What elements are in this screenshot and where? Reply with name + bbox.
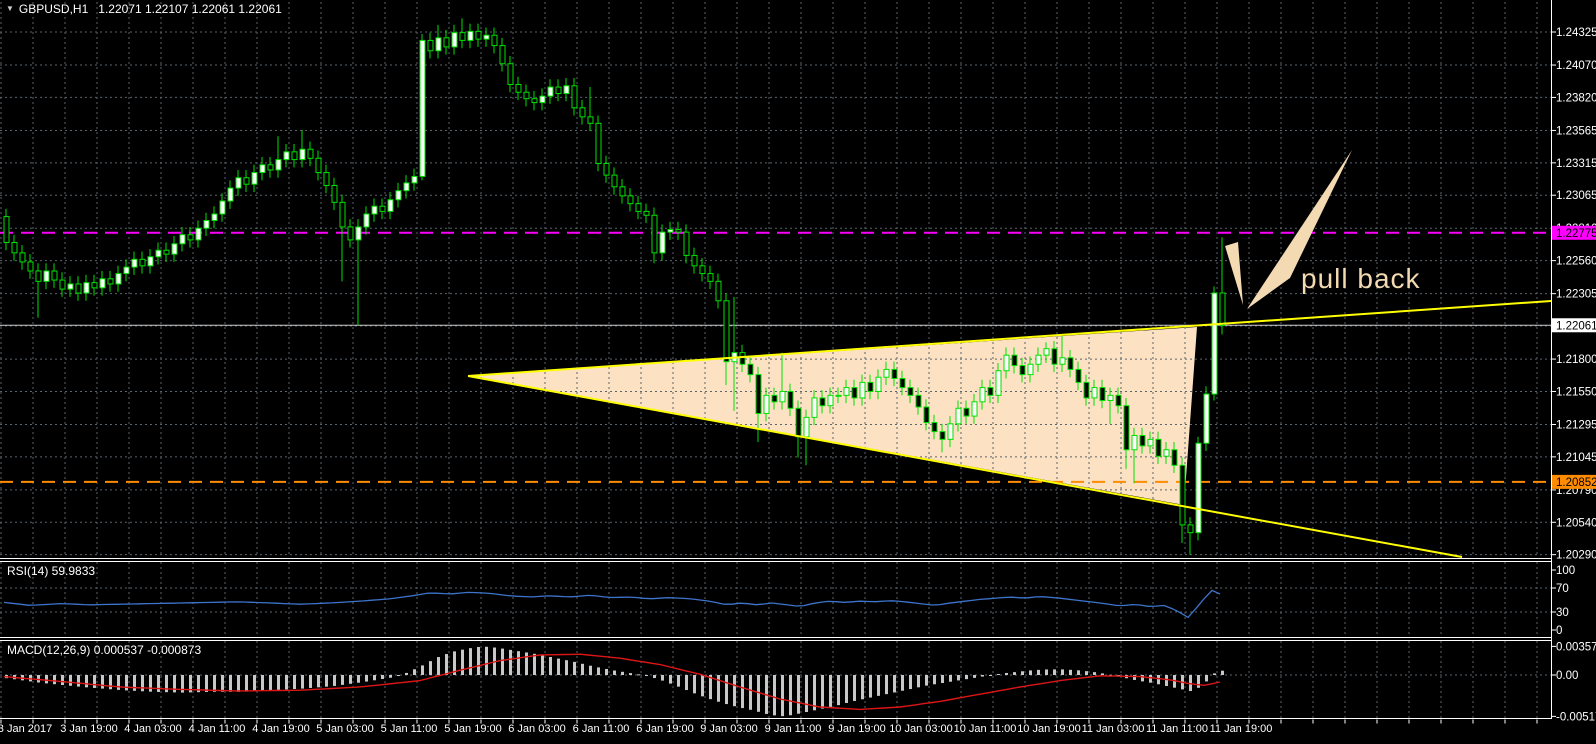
price-axis-label: 1.20290 <box>1556 550 1596 562</box>
price-axis-label: 1.20540 <box>1556 517 1596 529</box>
price-axis-label: 1.21550 <box>1556 386 1596 398</box>
time-axis-label: 11 Jan 11:00 <box>1146 723 1208 735</box>
time-axis-label: 3 Jan 19:00 <box>60 723 118 735</box>
price-axis-label: 1.23315 <box>1556 158 1596 170</box>
rsi-axis-label: 100 <box>1556 565 1575 577</box>
symbol-dropdown-icon[interactable]: ▼ <box>6 4 14 13</box>
price-axis-label: 1.21295 <box>1556 419 1596 431</box>
time-axis-label: 10 Jan 19:00 <box>1017 723 1081 735</box>
price-tag-text: 1.20852 <box>1556 477 1596 489</box>
time-axis-label: 4 Jan 03:00 <box>124 723 182 735</box>
time-axis-label: 10 Jan 11:00 <box>954 723 1017 735</box>
time-axis-label: 9 Jan 19:00 <box>828 723 886 735</box>
price-axis-label: 1.24070 <box>1556 60 1596 72</box>
time-axis-label: 9 Jan 03:00 <box>700 723 758 735</box>
time-axis-label: 11 Jan 03:00 <box>1082 723 1145 735</box>
price-axis-label: 1.23565 <box>1556 125 1596 137</box>
ohlc-readout: 1.22071 1.22107 1.22061 1.22061 <box>98 2 282 16</box>
price-axis-label: 1.23820 <box>1556 92 1596 104</box>
chart-title-bar: ▼ GBPUSD,H1 1.22071 1.22107 1.22061 1.2206… <box>6 2 282 16</box>
time-axis-label: 10 Jan 03:00 <box>889 723 953 735</box>
time-axis-label: 6 Jan 11:00 <box>573 723 630 735</box>
trading-chart-window: 1.24325 1.24070 1.23820 1.23565 1.23315 1.230… <box>0 0 1596 744</box>
price-axis-label: 1.23065 <box>1556 190 1596 202</box>
macd-axis-label: 0.00 <box>1556 670 1578 682</box>
price-axis-label: 1.22560 <box>1556 256 1596 268</box>
macd-axis-label: 0.003576 <box>1556 641 1596 653</box>
time-axis-label: 5 Jan 19:00 <box>444 723 502 735</box>
price-axis-label: 1.22305 <box>1556 289 1596 301</box>
price-axis-label: 1.21800 <box>1556 354 1596 366</box>
macd-axis-label: -0.005171 <box>1556 711 1596 723</box>
rsi-axis-label: 70 <box>1556 583 1569 595</box>
time-axis-label: 6 Jan 19:00 <box>636 723 694 735</box>
time-axis-label: 3 Jan 2017 <box>0 723 52 735</box>
time-axis-label: 4 Jan 19:00 <box>252 723 310 735</box>
price-axis-label: 1.21045 <box>1556 452 1596 464</box>
time-axis-label: 6 Jan 03:00 <box>508 723 566 735</box>
time-axis-label: 5 Jan 03:00 <box>316 723 374 735</box>
time-axis-label: 5 Jan 11:00 <box>381 723 438 735</box>
pullback-annotation[interactable]: pull back <box>1301 263 1421 295</box>
time-axis-label: 11 Jan 19:00 <box>1210 723 1273 735</box>
rsi-axis-label: 0 <box>1556 625 1562 637</box>
rsi-axis-label: 30 <box>1556 607 1569 619</box>
chart-canvas[interactable]: 1.24325 1.24070 1.23820 1.23565 1.23315 1.230… <box>0 0 1596 744</box>
price-axis-label: 1.24325 <box>1556 27 1596 39</box>
price-tag-text: 1.22061 <box>1556 320 1596 332</box>
time-axis-label: 9 Jan 11:00 <box>765 723 822 735</box>
symbol-title: GBPUSD,H1 <box>18 2 89 16</box>
price-tag-text: 1.22775 <box>1556 228 1596 240</box>
rsi-indicator-label: RSI(14) 59.9833 <box>7 564 96 578</box>
macd-indicator-label: MACD(12,26,9) 0.000537 -0.000873 <box>7 643 202 657</box>
time-axis-label: 4 Jan 11:00 <box>189 723 246 735</box>
